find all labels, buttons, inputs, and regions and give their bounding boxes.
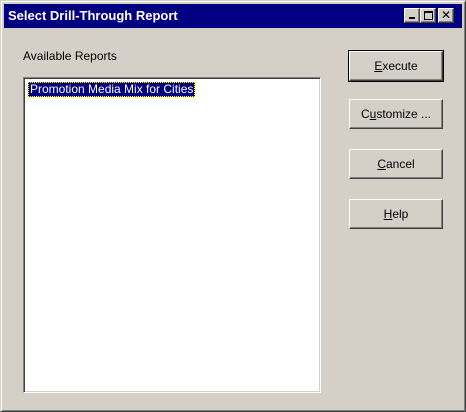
available-reports-label: Available Reports <box>23 49 117 63</box>
customize-accel: u <box>369 107 377 121</box>
help-label: elp <box>392 207 409 221</box>
customize-label-start: C <box>360 107 370 121</box>
maximize-button[interactable] <box>420 8 436 23</box>
minimize-icon <box>409 17 415 19</box>
close-icon: ✕ <box>440 8 452 22</box>
cancel-accel: C <box>377 157 386 171</box>
window-title: Select Drill-Through Report <box>8 8 178 23</box>
cancel-label: ancel <box>385 157 415 171</box>
cancel-button[interactable]: Cancel <box>349 149 443 179</box>
title-bar[interactable]: Select Drill-Through Report ✕ <box>4 4 462 28</box>
customize-button[interactable]: Cu stomize ... <box>349 99 443 129</box>
execute-button[interactable]: Execute <box>348 50 444 82</box>
help-accel: H <box>383 207 393 221</box>
maximize-icon <box>424 11 433 20</box>
minimize-button[interactable] <box>404 8 420 23</box>
customize-label: stomize ... <box>376 107 432 121</box>
help-button[interactable]: Help <box>349 199 443 229</box>
dialog-window: Select Drill-Through Report ✕ Available … <box>0 0 466 412</box>
execute-accel: E <box>374 59 383 73</box>
reports-listbox[interactable]: Promotion Media Mix for Cities <box>23 77 321 393</box>
list-item[interactable]: Promotion Media Mix for Cities <box>28 82 196 97</box>
execute-label: xecute <box>382 59 418 73</box>
close-button[interactable]: ✕ <box>438 8 454 23</box>
